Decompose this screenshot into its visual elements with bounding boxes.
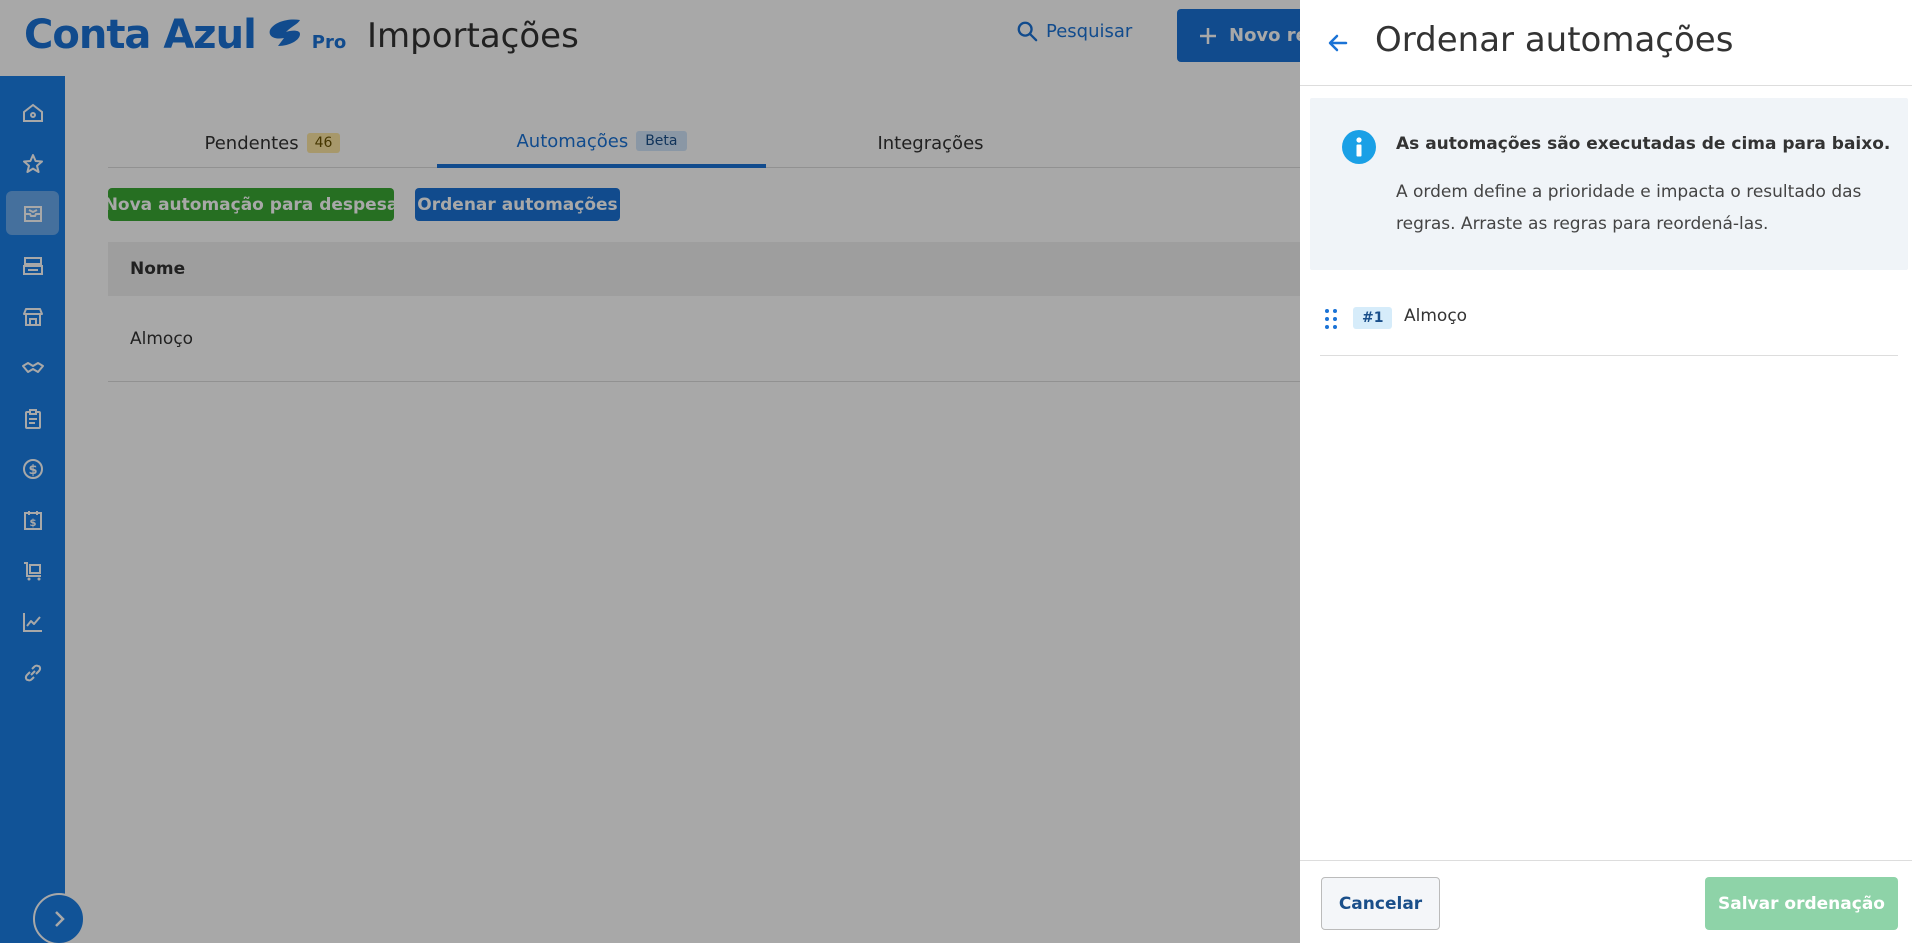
arrow-left-icon bbox=[1328, 34, 1348, 52]
drag-handle-icon[interactable] bbox=[1324, 308, 1338, 330]
info-description: A ordem define a prioridade e impacta o … bbox=[1396, 182, 1862, 234]
cancel-button[interactable]: Cancelar bbox=[1321, 877, 1440, 930]
info-icon bbox=[1342, 130, 1376, 164]
list-item[interactable]: #1 Almoço bbox=[1320, 297, 1898, 356]
drawer-title: Ordenar automações bbox=[1375, 20, 1734, 60]
drawer-footer: Cancelar Salvar ordenação bbox=[1300, 860, 1912, 943]
drawer-header: Ordenar automações bbox=[1300, 0, 1912, 86]
back-button[interactable] bbox=[1322, 27, 1354, 59]
info-box: As automações são executadas de cima par… bbox=[1310, 98, 1908, 270]
order-automations-drawer: Ordenar automações As automações são exe… bbox=[1300, 0, 1912, 943]
rule-name: Almoço bbox=[1404, 306, 1468, 326]
info-title: As automações são executadas de cima par… bbox=[1396, 134, 1891, 154]
rule-index-badge: #1 bbox=[1353, 307, 1393, 329]
save-order-button[interactable]: Salvar ordenação bbox=[1705, 877, 1898, 930]
